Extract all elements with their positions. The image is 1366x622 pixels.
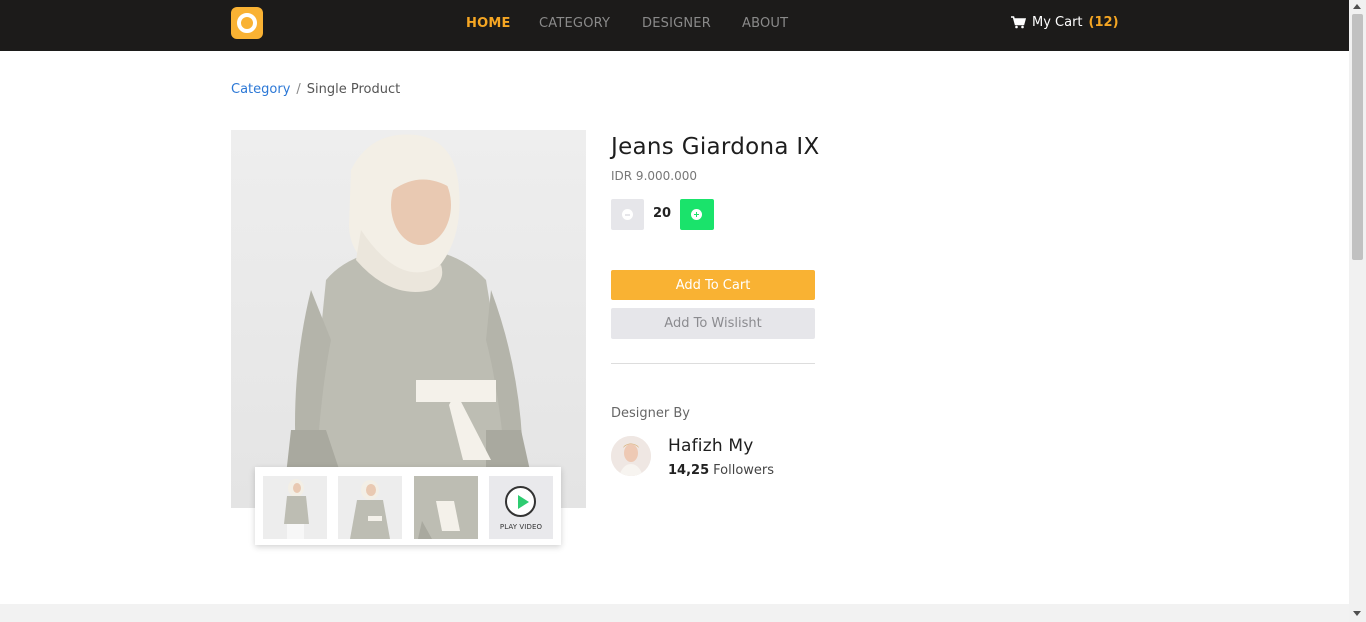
scrollbar-thumb[interactable]	[1352, 14, 1363, 260]
quantity-decrement-button[interactable]	[611, 199, 644, 230]
product-thumbnail-3[interactable]	[414, 476, 478, 539]
designer-by-label: Designer By	[611, 406, 690, 421]
brand-logo[interactable]	[231, 7, 263, 39]
shopping-cart-icon	[1011, 16, 1026, 29]
cart-link[interactable]: My Cart (12)	[1011, 15, 1119, 30]
avatar-photo	[611, 436, 651, 476]
cart-label: My Cart	[1032, 15, 1083, 30]
add-to-wishlist-button[interactable]: Add To Wislisht	[611, 308, 815, 339]
breadcrumb-current: Single Product	[306, 82, 401, 97]
nav-category[interactable]: CATEGORY	[539, 16, 610, 31]
product-thumbnail-1[interactable]	[263, 476, 327, 539]
product-photo-illustration	[286, 134, 531, 508]
nav-designer[interactable]: DESIGNER	[642, 16, 711, 31]
nav-home[interactable]: HOME	[466, 16, 511, 31]
quantity-increment-button[interactable]	[680, 199, 714, 230]
scroll-down-arrow-icon[interactable]	[1353, 611, 1361, 616]
designer-avatar[interactable]	[611, 436, 651, 476]
plus-circle-icon	[691, 209, 702, 220]
cart-count-badge: (12)	[1088, 15, 1119, 30]
followers-count: 14,25	[668, 463, 710, 478]
thumbnail-photo	[414, 476, 478, 539]
product-title: Jeans Giardona IX	[611, 134, 820, 160]
followers-label: Followers	[713, 463, 775, 478]
thumbnail-photo	[338, 476, 402, 539]
product-main-image	[231, 130, 586, 508]
breadcrumb-separator: /	[296, 82, 301, 97]
footer-strip	[0, 604, 1349, 622]
play-circle-icon	[505, 486, 536, 517]
thumbnail-strip: PLAY VIDEO	[255, 467, 561, 545]
quantity-value: 20	[652, 206, 672, 221]
breadcrumb: Category / Single Product	[231, 82, 400, 97]
scroll-up-arrow-icon[interactable]	[1353, 4, 1361, 9]
product-price: IDR 9.000.000	[611, 169, 698, 183]
section-divider	[611, 363, 815, 364]
minus-circle-icon	[622, 209, 633, 220]
top-navbar: HOME CATEGORY DESIGNER ABOUT My Cart (12…	[0, 0, 1349, 51]
designer-followers: 14,25 Followers	[668, 463, 774, 478]
product-thumbnail-2[interactable]	[338, 476, 402, 539]
thumbnail-photo	[263, 476, 327, 539]
designer-name[interactable]: Hafizh My	[668, 436, 754, 456]
breadcrumb-category-link[interactable]: Category	[231, 82, 290, 97]
play-video-label: PLAY VIDEO	[499, 523, 543, 531]
play-triangle-icon	[518, 495, 529, 509]
add-to-cart-button[interactable]: Add To Cart	[611, 270, 815, 300]
nav-about[interactable]: ABOUT	[742, 16, 788, 31]
play-video-thumbnail[interactable]: PLAY VIDEO	[489, 476, 553, 539]
